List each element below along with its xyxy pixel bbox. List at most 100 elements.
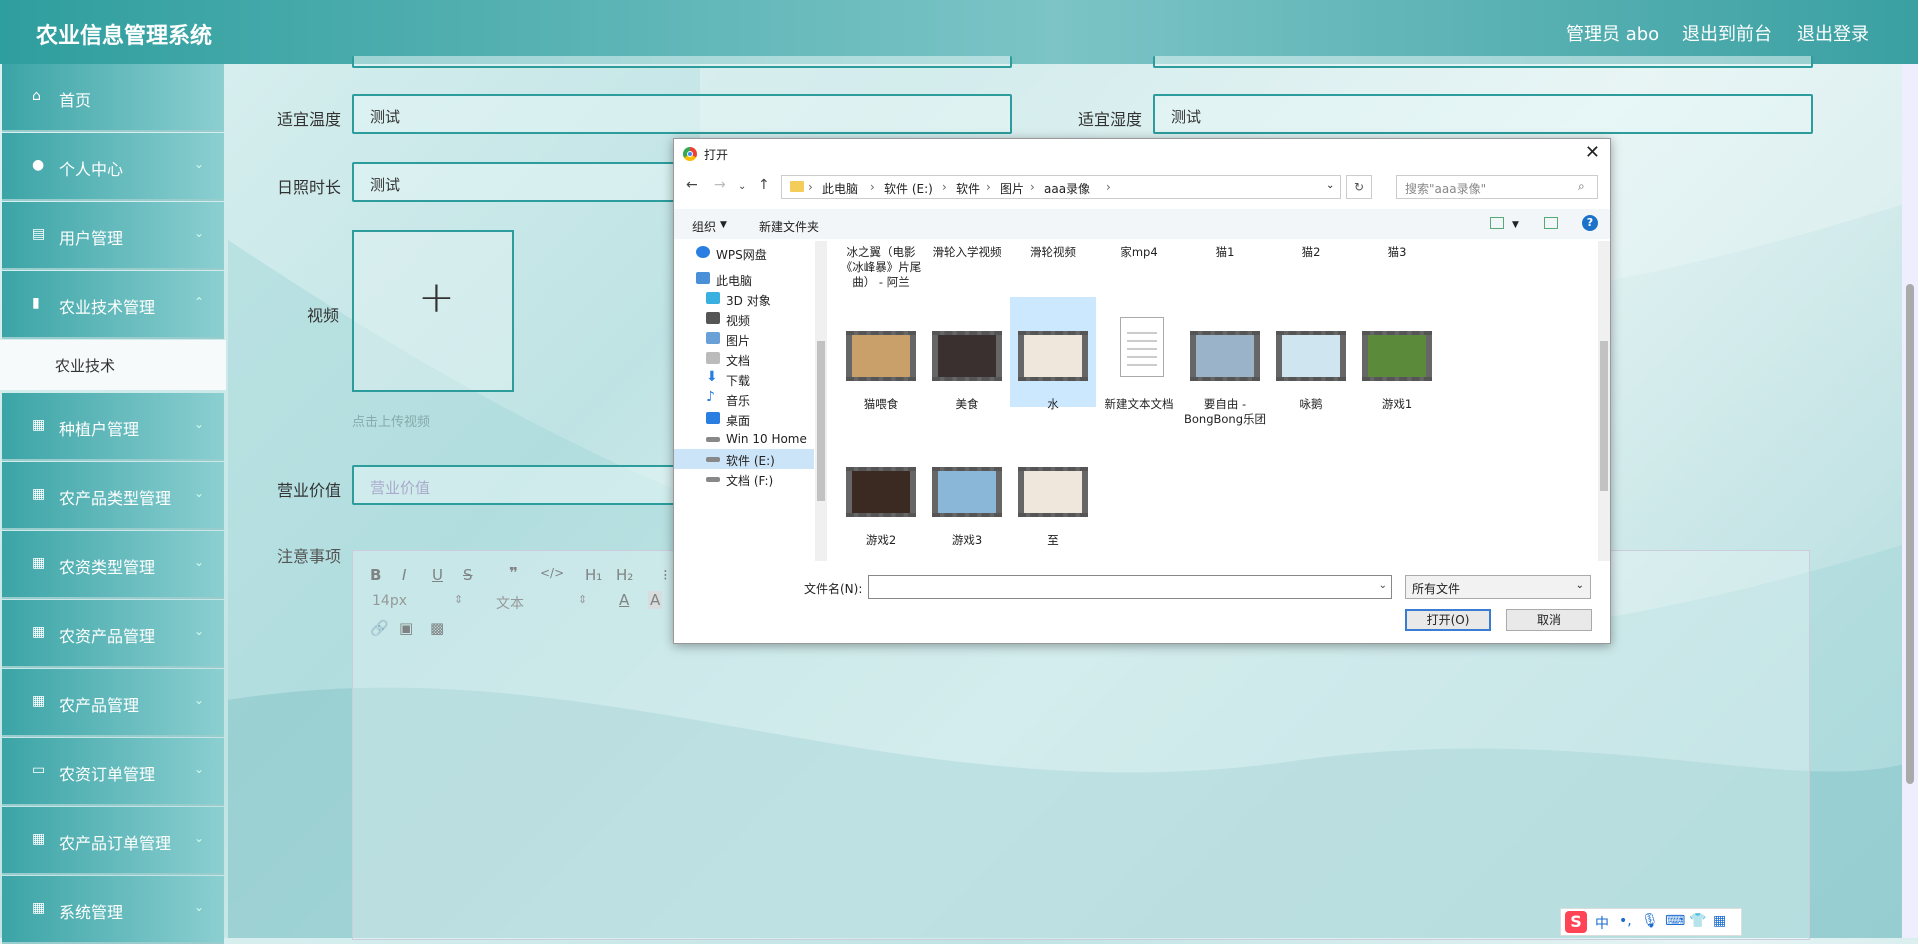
help-icon[interactable]: ? bbox=[1582, 215, 1598, 231]
recent-dropdown-icon[interactable]: ⌄ bbox=[738, 181, 746, 192]
sunlight-label: 日照时长 bbox=[277, 178, 342, 197]
tree-item-3d-objects[interactable]: 3D 对象 bbox=[674, 289, 814, 309]
sidebar-item-system[interactable]: ▦ 系统管理 ⌄ bbox=[2, 876, 224, 944]
sidebar-item-products[interactable]: ▦ 农产品管理 ⌄ bbox=[2, 669, 224, 737]
tree-item-drive-f[interactable]: 文档 (F:) bbox=[674, 469, 814, 489]
tree-item-documents[interactable]: 文档 bbox=[674, 349, 814, 369]
breadcrumb-pictures[interactable]: 图片 bbox=[1000, 180, 1024, 197]
page-scrollbar[interactable] bbox=[1902, 64, 1918, 938]
navigation-tree: WPS网盘 此电脑 3D 对象 视频 图片 文档 ⬇ 下载 ♪ 音乐 桌面 Wi… bbox=[674, 241, 819, 561]
file-list-scroll-thumb[interactable] bbox=[1600, 341, 1608, 491]
tree-item-downloads[interactable]: ⬇ 下载 bbox=[674, 369, 814, 389]
sidebar-item-supply-products[interactable]: ▦ 农资产品管理 ⌄ bbox=[2, 600, 224, 668]
tree-scroll-thumb[interactable] bbox=[817, 341, 825, 501]
file-item[interactable]: 新建文本文档 bbox=[1096, 297, 1182, 411]
file-item[interactable]: 游戏1 bbox=[1354, 297, 1440, 411]
view-dropdown-icon[interactable]: ▼ bbox=[1512, 220, 1519, 230]
tree-item-this-pc[interactable]: 此电脑 bbox=[674, 269, 814, 289]
video-upload-box[interactable]: + bbox=[352, 230, 514, 392]
forward-arrow-icon[interactable]: → bbox=[714, 177, 726, 193]
file-item[interactable]: 至 bbox=[1010, 433, 1096, 547]
video-thumbnail bbox=[1190, 331, 1260, 381]
file-item[interactable]: 猫喂食 bbox=[838, 297, 924, 411]
skin-icon[interactable]: 👕 bbox=[1689, 913, 1706, 929]
breadcrumb-software[interactable]: 软件 bbox=[956, 180, 980, 197]
cloud-icon bbox=[696, 246, 710, 258]
sidebar-item-home[interactable]: ⌂ 首页 bbox=[2, 64, 224, 132]
breadcrumb-separator: › bbox=[870, 180, 875, 194]
close-icon[interactable]: ✕ bbox=[1585, 142, 1600, 163]
sidebar-item-product-types[interactable]: ▦ 农产品类型管理 ⌄ bbox=[2, 462, 224, 530]
chevron-down-icon: ⌄ bbox=[193, 555, 204, 569]
breadcrumb-aaa-recordings[interactable]: aaa录像 bbox=[1044, 180, 1090, 197]
punctuation-icon[interactable]: •, bbox=[1619, 913, 1632, 929]
organize-button[interactable]: 组织 bbox=[692, 218, 716, 235]
file-item-selected[interactable]: 水 bbox=[1010, 297, 1096, 411]
open-button[interactable]: 打开(O) bbox=[1405, 609, 1491, 631]
up-arrow-icon[interactable]: ↑ bbox=[758, 177, 770, 193]
field-partial-top-right bbox=[1153, 56, 1813, 68]
keyboard-icon[interactable]: ⌨ bbox=[1665, 913, 1685, 929]
tree-item-videos[interactable]: 视频 bbox=[674, 309, 814, 329]
tree-item-music[interactable]: ♪ 音乐 bbox=[674, 389, 814, 409]
back-to-front-link[interactable]: 退出到前台 bbox=[1682, 20, 1772, 46]
sidebar-item-users[interactable]: ▤ 用户管理 ⌄ bbox=[2, 202, 224, 270]
back-arrow-icon[interactable]: ← bbox=[686, 177, 698, 193]
chevron-down-icon[interactable]: ⌄ bbox=[1379, 580, 1387, 591]
file-item[interactable]: 游戏2 bbox=[838, 433, 924, 547]
refresh-icon[interactable]: ↻ bbox=[1346, 175, 1372, 199]
ime-language-toggle[interactable]: 中 bbox=[1595, 913, 1609, 933]
grid-icon: ▦ bbox=[32, 900, 46, 916]
field-partial-top-left bbox=[352, 56, 1012, 68]
sidebar-item-growers[interactable]: ▦ 种植户管理 ⌄ bbox=[2, 393, 224, 461]
file-list: 冰之翼（电影《冰峰暴》片尾曲） - 阿兰 滑轮入学视频 滑轮视频 家mp4 猫1… bbox=[828, 241, 1598, 561]
sunlight-input[interactable]: 测试 bbox=[352, 162, 682, 202]
breadcrumb-drive-e[interactable]: 软件 (E:) bbox=[884, 180, 933, 197]
file-item[interactable]: 咏鹅 bbox=[1268, 297, 1354, 411]
sidebar-item-agri-tech[interactable]: ▮ 农业技术管理 ⌃ bbox=[2, 271, 224, 339]
filename-label: 文件名(N): bbox=[804, 582, 863, 596]
tree-item-desktop[interactable]: 桌面 bbox=[674, 409, 814, 429]
tree-item-wps[interactable]: WPS网盘 bbox=[674, 243, 814, 263]
file-type-select[interactable]: 所有文件 ⌄ bbox=[1405, 575, 1591, 599]
filename-input[interactable]: ⌄ bbox=[868, 575, 1392, 599]
file-item[interactable]: 要自由 - BongBong乐团 bbox=[1182, 297, 1268, 426]
text-document-icon bbox=[1120, 317, 1164, 377]
cancel-button[interactable]: 取消 bbox=[1506, 609, 1592, 631]
toolbox-icon[interactable]: ▦ bbox=[1713, 913, 1726, 929]
grid-icon: ▦ bbox=[32, 831, 46, 847]
address-dropdown-icon[interactable]: ⌄ bbox=[1326, 180, 1334, 191]
sidebar-item-label: 用户管理 bbox=[59, 229, 124, 248]
grid-icon: ▦ bbox=[32, 417, 46, 433]
new-folder-button[interactable]: 新建文件夹 bbox=[759, 218, 819, 235]
microphone-icon[interactable]: 🎙 bbox=[1641, 913, 1659, 929]
tree-scrollbar[interactable] bbox=[815, 241, 827, 561]
sidebar-item-label: 个人中心 bbox=[59, 160, 124, 179]
sidebar-item-supply-orders[interactable]: ▭ 农资订单管理 ⌄ bbox=[2, 738, 224, 806]
bar-chart-icon: ▮ bbox=[32, 295, 40, 311]
logout-link[interactable]: 退出登录 bbox=[1797, 20, 1869, 46]
organize-dropdown-icon[interactable]: ▼ bbox=[720, 220, 727, 230]
business-value-input[interactable]: 营业价值 bbox=[352, 465, 682, 505]
preview-pane-icon[interactable] bbox=[1544, 217, 1558, 229]
address-bar[interactable]: › 此电脑 › 软件 (E:) › 软件 › 图片 › aaa录像 › ⌄ bbox=[781, 175, 1341, 199]
clipboard-icon: ▤ bbox=[32, 226, 46, 242]
ime-toolbar: S 中 •, 🎙 ⌨ 👕 ▦ bbox=[1560, 908, 1742, 936]
file-item[interactable]: 游戏3 bbox=[924, 433, 1010, 547]
humidity-input[interactable]: 测试 bbox=[1153, 94, 1813, 134]
sidebar-item-profile[interactable]: ● 个人中心 ⌄ bbox=[2, 133, 224, 201]
tree-item-drive-c[interactable]: Win 10 Home x bbox=[674, 429, 814, 460]
tree-item-pictures[interactable]: 图片 bbox=[674, 329, 814, 349]
page-scroll-thumb[interactable] bbox=[1906, 284, 1914, 784]
business-value-label: 营业价值 bbox=[277, 481, 342, 500]
tree-item-drive-e[interactable]: 软件 (E:) bbox=[674, 449, 814, 469]
sidebar-subitem-agri-tech[interactable]: 农业技术 bbox=[0, 340, 226, 390]
file-list-scrollbar[interactable] bbox=[1598, 241, 1610, 561]
breadcrumb-this-pc[interactable]: 此电脑 bbox=[822, 180, 858, 197]
search-input[interactable]: 搜索"aaa录像" bbox=[1396, 175, 1598, 199]
sidebar-item-supply-types[interactable]: ▦ 农资类型管理 ⌄ bbox=[2, 531, 224, 599]
temp-input[interactable]: 测试 bbox=[352, 94, 1012, 134]
view-mode-icon[interactable] bbox=[1490, 217, 1504, 229]
file-item[interactable]: 美食 bbox=[924, 297, 1010, 411]
sidebar-item-product-orders[interactable]: ▦ 农产品订单管理 ⌄ bbox=[2, 807, 224, 875]
